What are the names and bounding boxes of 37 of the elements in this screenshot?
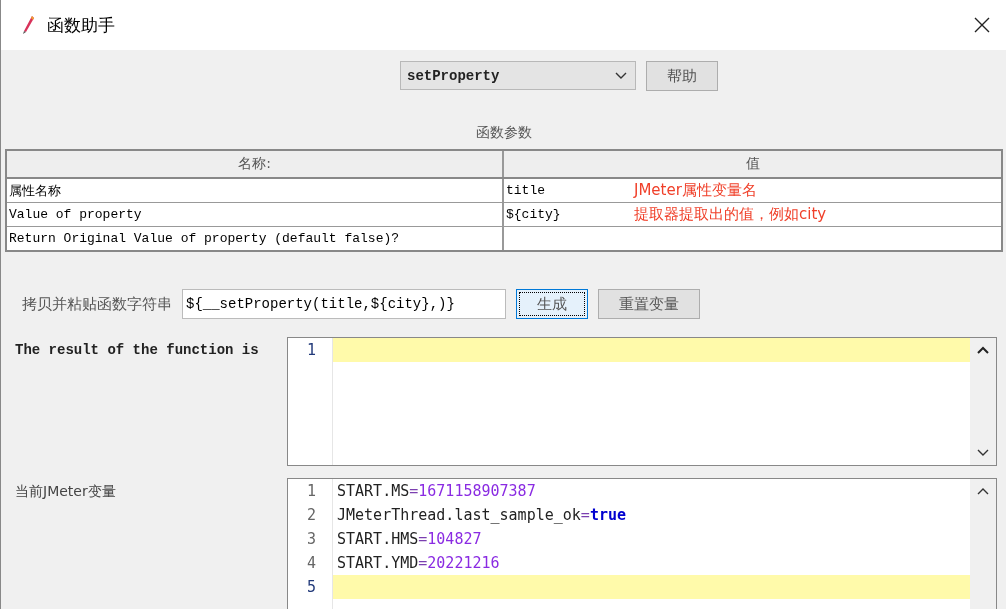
code-line: JMeterThread.last_sample_ok=true: [337, 506, 626, 524]
scroll-up-icon[interactable]: [977, 487, 989, 495]
line-number: 3: [305, 530, 316, 548]
annotation-text: 提取器提取出的值，例如city: [634, 205, 827, 224]
feather-pen-icon: [21, 15, 35, 35]
text-editor[interactable]: 1: [287, 337, 997, 466]
line-number: 1: [305, 341, 316, 359]
code-line: START.MS=1671158907387: [337, 482, 536, 500]
line-number: 1: [305, 482, 316, 500]
code-line: START.YMD=20221216: [337, 554, 500, 572]
table-cell-text: 属性名称: [9, 182, 61, 200]
section-label: 当前JMeter变量: [14, 482, 117, 501]
table-cell: Return Original Value of property (default false)?: [9, 231, 400, 246]
table-cell: ${city}: [506, 207, 561, 222]
line-number: 5: [305, 578, 316, 596]
chevron-down-icon: [615, 71, 627, 80]
function-string-field[interactable]: ${__setProperty(title,${city},)}: [182, 289, 506, 319]
line-number: 2: [305, 506, 316, 524]
function-dropdown[interactable]: setProperty: [400, 61, 636, 90]
line-number: 4: [305, 554, 316, 572]
generate-button[interactable]: 生成: [516, 289, 588, 319]
window-title: 函数助手: [47, 13, 115, 37]
code-line: START.HMS=104827: [337, 530, 482, 548]
scroll-up-icon[interactable]: [977, 346, 989, 354]
close-icon[interactable]: [974, 17, 990, 33]
annotation-text: JMeter属性变量名: [634, 181, 757, 200]
table-cell: Value of property: [9, 207, 142, 222]
field-label: 拷贝并粘贴函数字符串: [22, 294, 172, 314]
help-button[interactable]: 帮助: [646, 61, 718, 91]
table-cell: title: [506, 183, 545, 198]
reset-button[interactable]: 重置变量: [598, 289, 700, 319]
section-label: The result of the function is: [14, 341, 260, 360]
column-header[interactable]: 值: [504, 151, 1001, 177]
column-header[interactable]: 名称:: [7, 151, 504, 177]
section-title: 函数参数: [475, 124, 533, 142]
text-editor[interactable]: 1 START.MS=1671158907387 2 JMeterThread.last_sample_ok=true 3 START.HMS=104827 4 START.YMD=20221216 5: [287, 478, 997, 609]
scroll-down-icon[interactable]: [977, 449, 989, 457]
